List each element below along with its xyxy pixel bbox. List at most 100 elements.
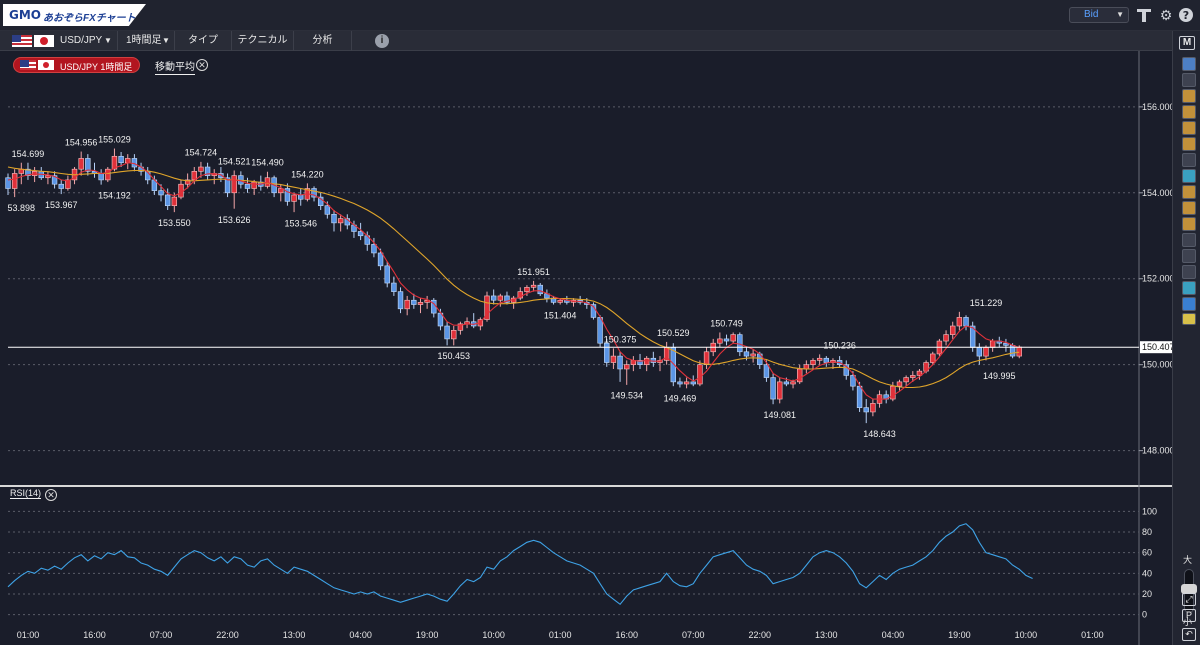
time-tick-label: 19:00	[416, 630, 439, 640]
close-ma-icon[interactable]: ✕	[196, 59, 208, 71]
pair-value: USD/JPY	[60, 35, 103, 46]
time-tick-label: 19:00	[948, 630, 971, 640]
price-annotation: 149.995	[983, 371, 1016, 381]
delete-tool-icon[interactable]	[1182, 297, 1196, 311]
text-tool-icon[interactable]	[1182, 281, 1196, 295]
price-annotation: 149.534	[610, 391, 643, 401]
price-side-select[interactable]: Bid ▼	[1069, 7, 1129, 23]
time-tick-label: 04:00	[349, 630, 372, 640]
vertical-line-tool-icon[interactable]	[1182, 137, 1196, 151]
price-tick-label: 152.000	[1142, 274, 1172, 284]
fib-arc-tool-icon[interactable]	[1182, 217, 1196, 231]
price-tick-label: 150.000	[1142, 360, 1172, 370]
candle-body	[743, 351, 750, 357]
timeframe-value: 1時間足	[126, 35, 162, 46]
candle-body	[1016, 346, 1022, 357]
gann-tool-icon[interactable]	[1182, 233, 1196, 247]
pair-select[interactable]: USD/JPY ▼	[0, 31, 118, 51]
close-rsi-icon[interactable]: ✕	[45, 489, 57, 501]
chevron-down-icon: ▼	[162, 36, 170, 45]
candle-body	[677, 381, 683, 385]
candle-body	[976, 347, 983, 357]
candle-body	[816, 357, 823, 361]
candle-body	[896, 381, 903, 387]
technical-menu[interactable]: テクニカル	[232, 31, 294, 51]
channel-tool-icon[interactable]	[1182, 153, 1196, 167]
candle-body	[610, 355, 617, 363]
candle-body	[810, 360, 816, 365]
rsi-tick-label: 100	[1142, 506, 1157, 516]
candle-body	[956, 317, 963, 327]
price-annotation: 154.724	[185, 148, 218, 158]
candle-body	[524, 287, 530, 292]
time-tick-label: 07:00	[682, 630, 705, 640]
zoom-in-label: 大	[1183, 555, 1193, 565]
us-flag-icon	[12, 35, 32, 47]
trendline-tool-icon[interactable]	[1182, 89, 1196, 103]
time-tick-label: 01:00	[1081, 630, 1104, 640]
question-icon[interactable]: ?	[1178, 7, 1194, 23]
time-tick-label: 22:00	[749, 630, 772, 640]
price-annotation: 153.626	[218, 215, 251, 225]
candle-body	[98, 173, 104, 181]
rsi-tick-label: 60	[1142, 548, 1152, 558]
candle-body	[251, 181, 257, 189]
pen-icon[interactable]	[1136, 7, 1152, 23]
ma-indicator-label[interactable]: 移動平均	[155, 58, 195, 75]
price-chart: 154.699 154.956 155.029 154.724154.521 154.4…	[0, 51, 1172, 645]
reset-zoom-icon[interactable]: ⤢	[1182, 593, 1196, 606]
candle-body	[650, 357, 657, 363]
ray-tool-icon[interactable]	[1182, 105, 1196, 119]
rsi-tick-label: 80	[1142, 527, 1152, 537]
price-annotation: 148.643	[863, 429, 896, 439]
snapshot-icon[interactable]: P	[1182, 609, 1196, 622]
chevron-down-icon: ▼	[104, 36, 112, 45]
ellipse-tool-icon[interactable]	[1182, 265, 1196, 279]
undo-icon[interactable]: ↶	[1182, 628, 1196, 641]
pointer-tool-icon[interactable]	[1182, 73, 1196, 87]
candle-body	[910, 375, 916, 378]
horizontal-line-tool-icon[interactable]	[1182, 121, 1196, 135]
candle-body	[717, 338, 723, 344]
rectangle-tool-icon[interactable]	[1182, 249, 1196, 263]
candle-body	[397, 291, 404, 310]
candle-body	[983, 347, 989, 357]
price-annotation: 149.081	[763, 410, 796, 420]
type-menu[interactable]: タイプ	[175, 31, 232, 51]
time-tick-label: 13:00	[815, 630, 838, 640]
fibonacci-tool-icon[interactable]	[1182, 185, 1196, 199]
app-header: GMO あおぞらFXチャート Bid ▼ ⚙ ?	[0, 0, 1200, 31]
candle-body	[790, 381, 796, 385]
price-annotation: 150.529	[657, 328, 690, 338]
candle-body	[530, 284, 537, 288]
menu-toggle-button[interactable]: M	[1179, 36, 1195, 50]
candle-body	[930, 353, 936, 363]
time-tick-label: 01:00	[17, 630, 40, 640]
price-annotation: 151.229	[970, 298, 1003, 308]
time-tick-label: 16:00	[83, 630, 106, 640]
gear-icon[interactable]: ⚙	[1158, 7, 1174, 23]
candle-body	[198, 166, 204, 172]
time-tick-label: 16:00	[615, 630, 638, 640]
fill-tool-icon[interactable]	[1182, 313, 1196, 325]
candle-body	[697, 364, 703, 385]
candle-body	[231, 175, 237, 194]
price-annotation: 153.550	[158, 218, 191, 228]
pair-tag[interactable]: USD/JPY 1時間足	[13, 57, 140, 73]
candle-body	[411, 299, 417, 305]
candle-body	[11, 173, 18, 189]
info-icon[interactable]: i	[375, 34, 389, 48]
pitchfork-tool-icon[interactable]	[1182, 169, 1196, 183]
fib-fan-tool-icon[interactable]	[1182, 201, 1196, 215]
logo-brand: GMO	[9, 8, 41, 22]
timeframe-select[interactable]: 1時間足 ▼	[118, 31, 175, 51]
analysis-menu[interactable]: 分析	[294, 31, 352, 51]
candle-body	[903, 377, 909, 383]
us-flag-icon	[20, 60, 36, 70]
candle-body	[803, 364, 810, 370]
candle-body	[597, 317, 603, 344]
crosshair-tool-icon[interactable]	[1182, 57, 1196, 71]
candle-body	[796, 368, 803, 383]
rsi-indicator-label[interactable]: RSI(14)	[10, 488, 42, 499]
technical-label: テクニカル	[237, 35, 288, 46]
